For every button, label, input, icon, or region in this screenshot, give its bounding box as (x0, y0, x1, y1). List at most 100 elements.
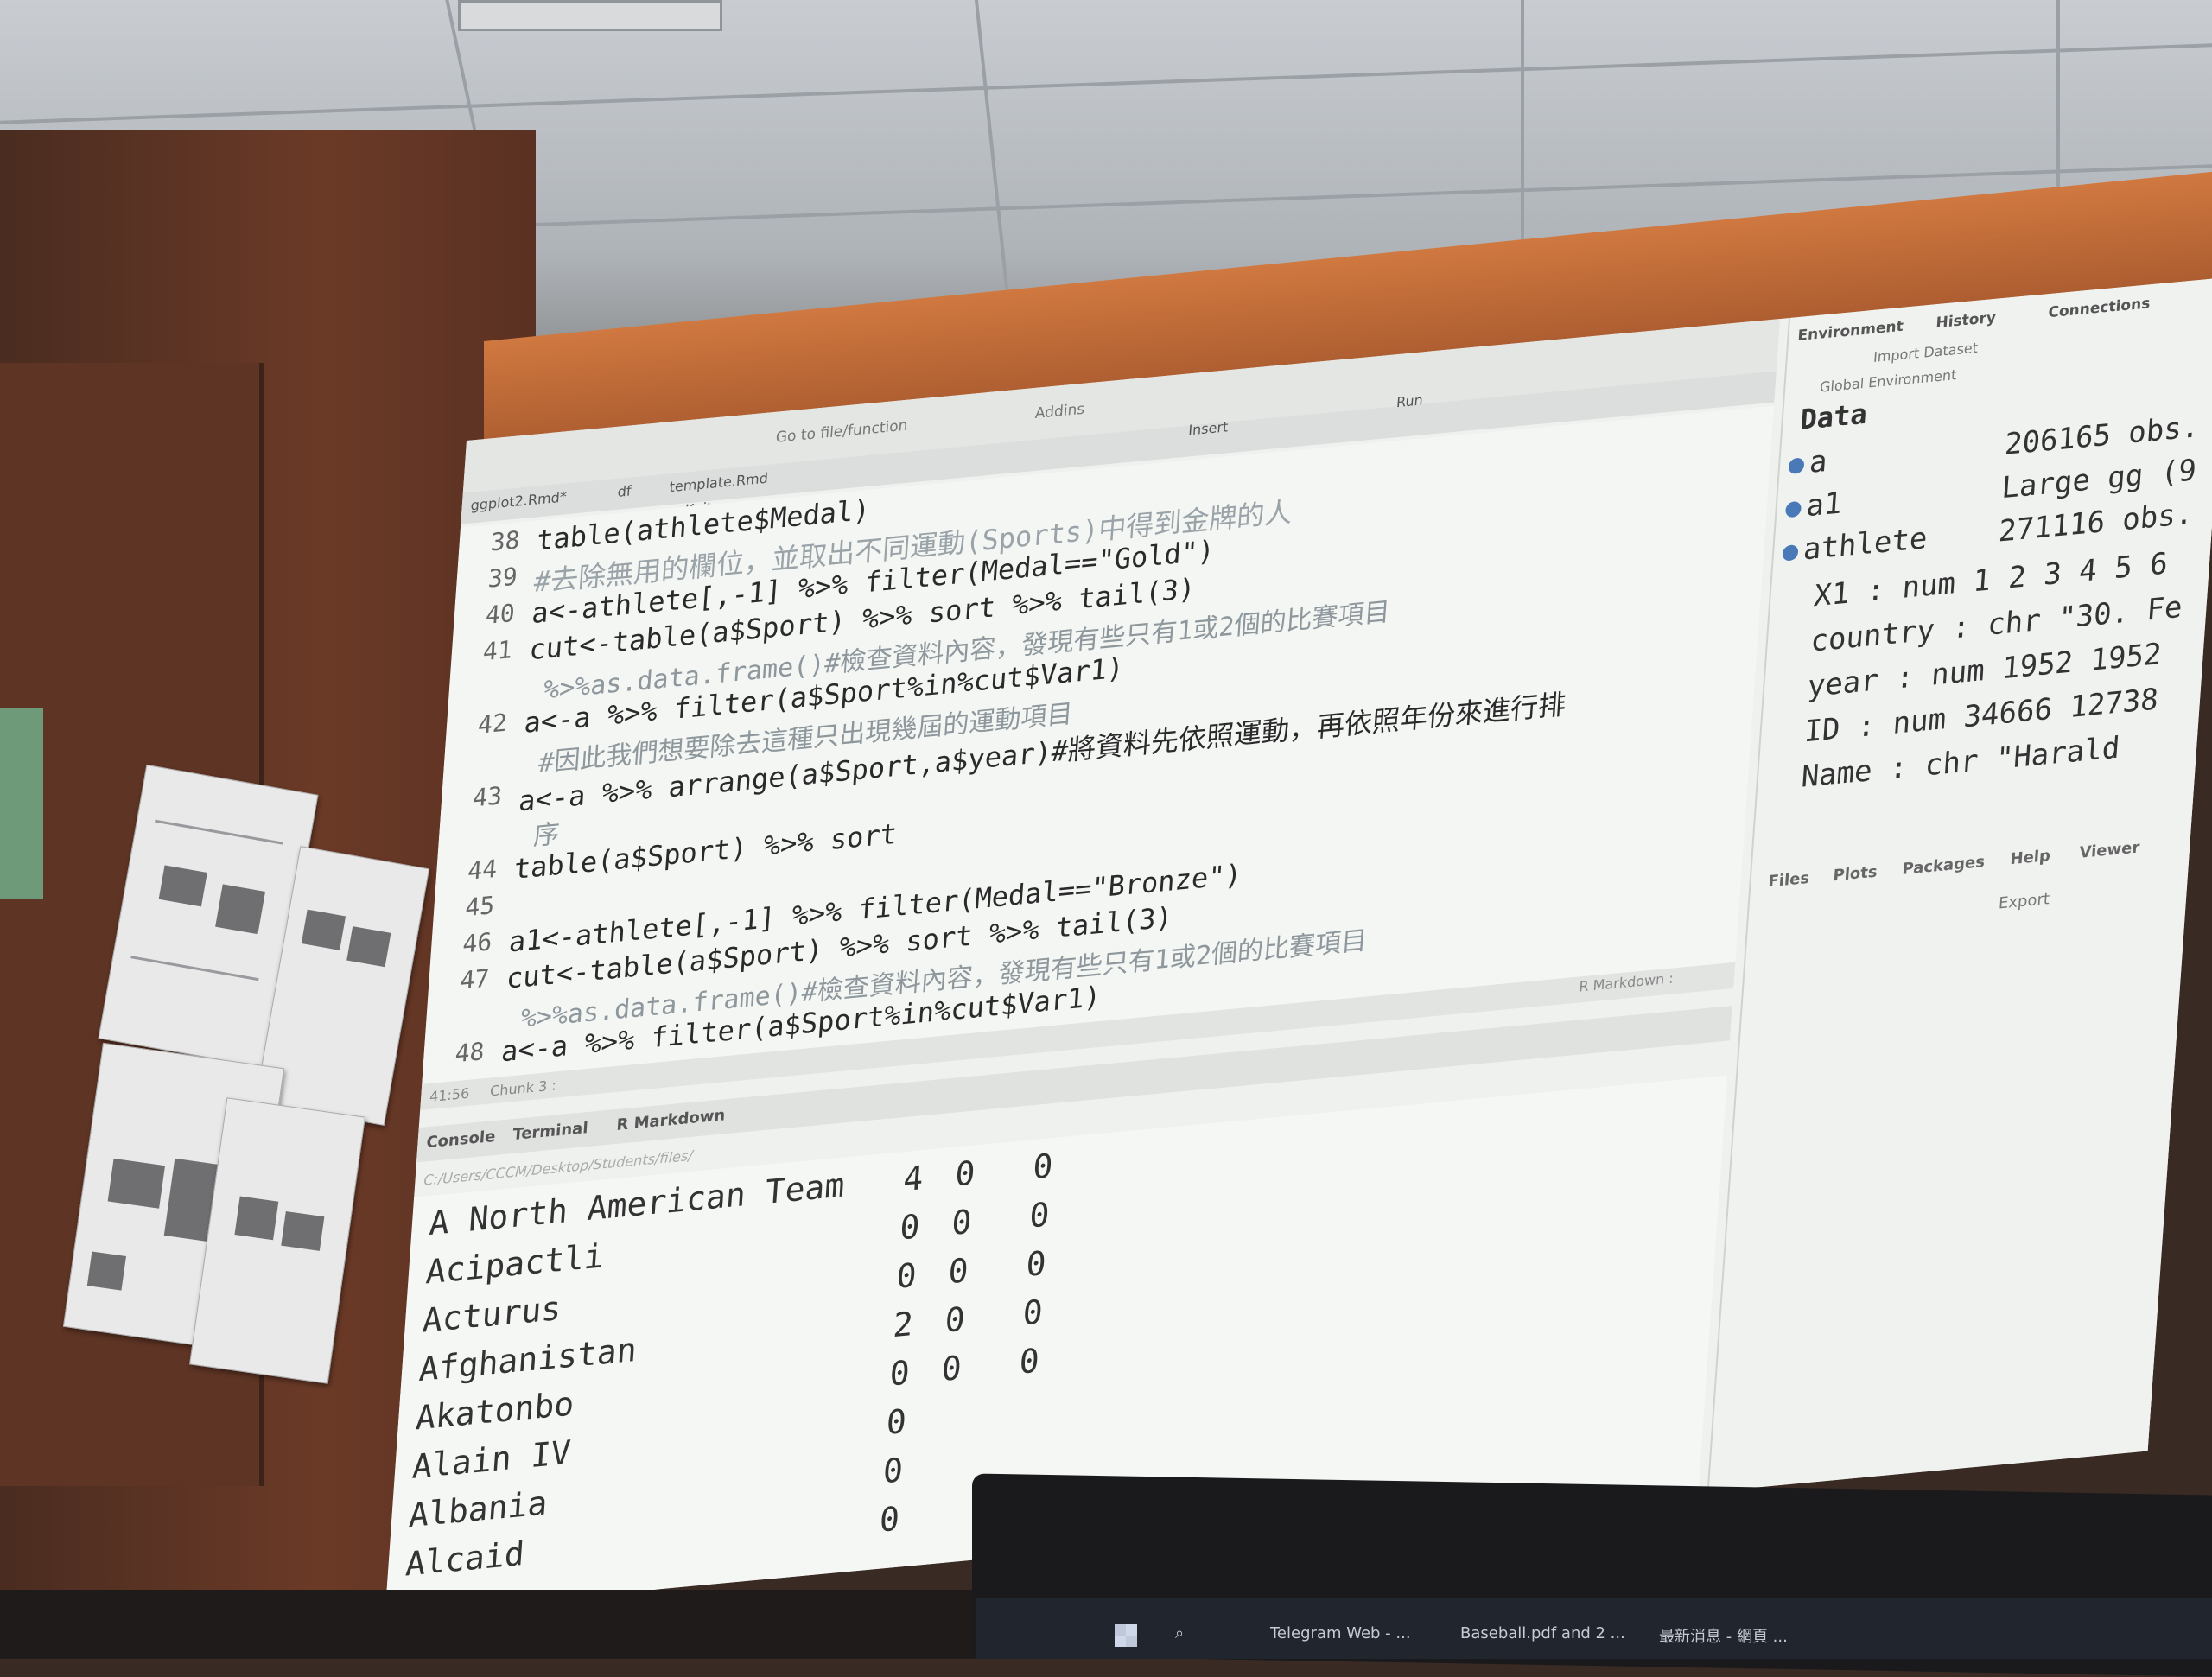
row-value: 0 (885, 1401, 908, 1443)
row-value: 0 (899, 1207, 921, 1248)
tab-ggplot2[interactable]: ggplot2.Rmd* (470, 488, 567, 513)
ceiling-tile-line (0, 43, 2212, 124)
row-value: 0 (888, 1353, 912, 1394)
line-number: 45 (464, 890, 496, 923)
row-value (920, 1445, 972, 1450)
right-panel: Environment History Connections Import D… (1707, 276, 2212, 1492)
row-value (998, 1437, 1050, 1442)
line-number: 41 (481, 634, 513, 667)
ceiling-vent (458, 0, 722, 31)
line-number (459, 671, 511, 677)
tab-console[interactable]: Console (426, 1128, 496, 1153)
code-text: 序 (532, 818, 561, 852)
tab-history[interactable]: History (1936, 309, 1997, 333)
tab-terminal[interactable]: Terminal (512, 1119, 588, 1144)
env-row[interactable]: a1 Large gg (9 e (1784, 449, 2212, 530)
tab-r-markdown[interactable]: R Markdown (616, 1106, 726, 1134)
row-value (1001, 1388, 1053, 1394)
line-number (436, 1000, 488, 1006)
env-name: athlete (1802, 521, 1929, 568)
expand-icon[interactable] (1784, 500, 1802, 518)
row-value: 0 (1021, 1293, 1045, 1333)
tab-help[interactable]: Help (2010, 847, 2051, 868)
line-number (448, 817, 500, 823)
desk-edge (0, 1590, 976, 1659)
taskbar-item[interactable]: Baseball.pdf and 2 ... (1460, 1624, 1625, 1642)
row-value: 4 (901, 1158, 925, 1199)
chunk-indicator[interactable]: Chunk 3 : (490, 1077, 557, 1099)
tab-files[interactable]: Files (1768, 869, 1810, 892)
tab-plots[interactable]: Plots (1833, 862, 1878, 885)
row-value: 0 (881, 1451, 905, 1491)
env-name: a (1808, 443, 1828, 480)
cursor-position: 41:56 (429, 1084, 470, 1106)
row-value: 0 (953, 1153, 976, 1194)
line-number: 46 (461, 927, 493, 959)
row-value: 2 (892, 1304, 915, 1345)
row-name: Alain IV (410, 1432, 572, 1486)
poster-text-line (155, 819, 283, 845)
row-name: Alcaid (404, 1534, 526, 1584)
tab-connections[interactable]: Connections (2048, 295, 2151, 321)
row-value: 0 (1025, 1243, 1048, 1285)
run-button[interactable]: Run (1395, 391, 1423, 410)
expand-icon[interactable] (1788, 456, 1805, 474)
tab-environment[interactable]: Environment (1797, 318, 1904, 345)
row-name: Acipactli (424, 1236, 606, 1292)
search-icon[interactable]: ⌕ (1175, 1624, 1184, 1642)
taskbar-item[interactable]: Telegram Web - ... (1270, 1624, 1411, 1642)
taskbar-item[interactable]: 最新消息 - 網頁 ... (1659, 1624, 1788, 1647)
tab-viewer[interactable]: Viewer (2079, 838, 2140, 862)
row-value: 0 (895, 1255, 918, 1296)
insert-button[interactable]: Insert (1188, 418, 1229, 438)
line-number: 44 (467, 854, 499, 886)
poster-image (301, 909, 346, 950)
goto-file-field[interactable]: Go to file/function (775, 417, 908, 447)
env-value: 271116 obs. (1997, 496, 2195, 549)
row-value: 0 (878, 1499, 901, 1540)
line-number: 42 (477, 708, 509, 740)
poster-image (346, 926, 391, 968)
tab-packages[interactable]: Packages (1902, 853, 1986, 879)
row-value (917, 1493, 969, 1498)
row-value: 0 (947, 1251, 970, 1292)
row-name: Acturus (421, 1288, 563, 1340)
code-text: table(a$Sport) %>% sort (512, 816, 899, 886)
global-environment-select[interactable]: Global Environment (1819, 366, 1957, 396)
poster-image (215, 884, 266, 935)
line-number: 43 (472, 781, 504, 813)
row-value: 0 (940, 1348, 963, 1389)
row-value: 0 (1028, 1195, 1051, 1236)
expand-icon[interactable] (1782, 543, 1799, 562)
green-board (0, 708, 43, 899)
poster-text-line (130, 956, 259, 981)
poster-image (281, 1211, 325, 1251)
poster-image (158, 865, 207, 907)
data-heading: Data (1799, 397, 1869, 436)
row-value: 0 (1031, 1146, 1054, 1187)
poster-image (107, 1158, 166, 1209)
line-number: 48 (454, 1036, 486, 1069)
row-value: 0 (950, 1202, 973, 1243)
line-number: 40 (484, 598, 516, 631)
env-name: a1 (1805, 486, 1843, 524)
row-value: 0 (1018, 1341, 1041, 1382)
row-name: Afghanistan (417, 1330, 639, 1389)
windows-start-icon[interactable] (1115, 1624, 1137, 1647)
poster-image (86, 1251, 126, 1291)
row-name: Akatonbo (414, 1384, 575, 1438)
row-value: 0 (944, 1299, 967, 1340)
export-button[interactable]: Export (1998, 890, 2050, 913)
row-value (924, 1395, 976, 1401)
line-number: 38 (489, 525, 521, 557)
import-dataset-button[interactable]: Import Dataset (1873, 340, 1979, 365)
projected-rstudio-screen: Go to file/function Addins ggplot2.Rmd* … (385, 276, 2212, 1615)
line-number: 39 (486, 562, 518, 594)
env-row[interactable]: a206165 obs. o (1787, 406, 2212, 487)
tab-template[interactable]: template.Rmd (669, 470, 769, 496)
taskbar: ⌕ Telegram Web - ... Baseball.pdf and 2 … (976, 1598, 2212, 1659)
row-name: Albania (407, 1483, 550, 1535)
addins-menu[interactable]: Addins (1034, 401, 1085, 422)
line-number: 47 (459, 963, 491, 995)
tab-df[interactable]: df (617, 482, 632, 500)
